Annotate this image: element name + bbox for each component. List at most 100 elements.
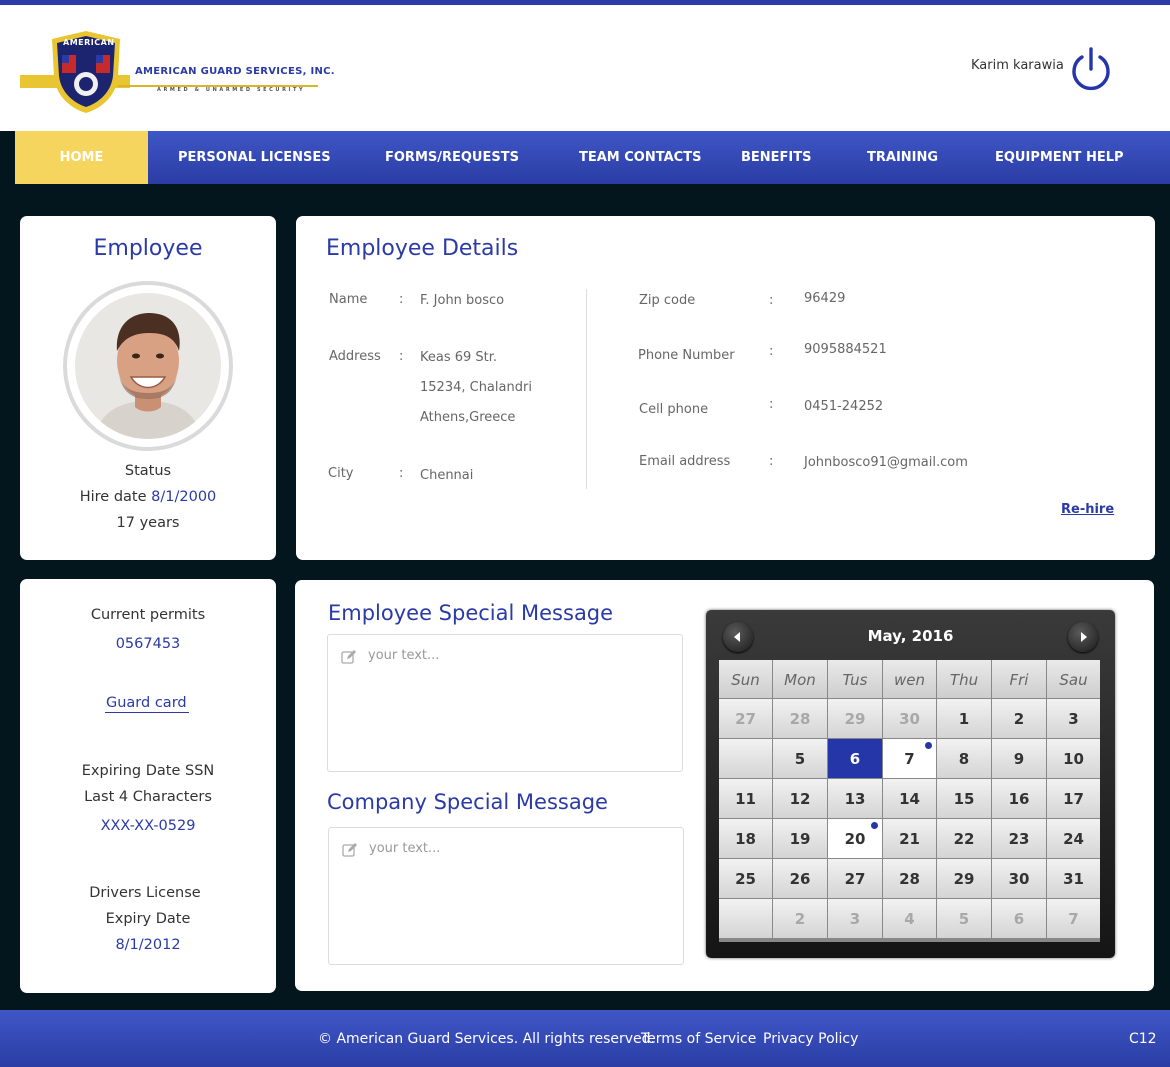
calendar-day[interactable]: 14 [883, 779, 936, 818]
details-divider [586, 289, 587, 489]
employee-message-title: Employee Special Message [328, 601, 614, 625]
hire-date-row: Hire date 8/1/2000 [20, 489, 276, 505]
nav-item-benefits[interactable]: BENEFITS [741, 131, 812, 184]
colon: : [769, 397, 774, 412]
calendar-day[interactable]: 27 [719, 699, 772, 738]
main-nav: HOME PERSONAL LICENSES FORMS/REQUESTS TE… [15, 131, 1170, 184]
calendar-event-dot [925, 742, 932, 749]
calendar-day[interactable]: 29 [937, 859, 991, 898]
calendar-day[interactable]: 7 [1047, 899, 1100, 938]
calendar-day[interactable]: 6 [828, 739, 882, 778]
avatar [75, 293, 221, 439]
colon: : [769, 454, 774, 469]
address-line-3: Athens,Greece [420, 410, 516, 425]
zip-value: 96429 [804, 291, 846, 306]
calendar-day[interactable]: 2 [992, 699, 1046, 738]
ssn-label-line-2: Last 4 Characters [84, 789, 212, 805]
colon: : [399, 466, 404, 481]
employee-details-card: Employee Details Name : F. John bosco Ad… [296, 216, 1155, 560]
calendar-day[interactable]: 28 [883, 859, 936, 898]
company-message-box [328, 827, 684, 965]
calendar-day[interactable]: 10 [1047, 739, 1100, 778]
calendar-day[interactable]: 12 [773, 779, 827, 818]
calendar-weekday: wen [883, 660, 936, 698]
drivers-license-label-2: Expiry Date [105, 911, 191, 927]
privacy-policy-link[interactable]: Privacy Policy [763, 1031, 858, 1047]
company-message-input[interactable] [329, 828, 683, 964]
colon: : [769, 293, 774, 308]
calendar-day[interactable]: 3 [828, 899, 882, 938]
copyright-text: © American Guard Services. All rights re… [318, 1031, 656, 1047]
calendar-day[interactable]: 29 [828, 699, 882, 738]
calendar-day[interactable]: 24 [1047, 819, 1100, 858]
calendar-day[interactable]: 31 [1047, 859, 1100, 898]
calendar-day[interactable]: 27 [828, 859, 882, 898]
phone-label: Phone Number [638, 348, 735, 363]
calendar-day[interactable]: 18 [719, 819, 772, 858]
calendar: May, 2016 Sun Mon Tus wen Thu Fri Sau 27 28 29 30 1… [706, 610, 1115, 958]
hire-date-value: 8/1/2000 [151, 489, 217, 505]
ssn-label-line-1: Expiring Date SSN [81, 763, 215, 779]
calendar-next-button[interactable] [1068, 622, 1098, 652]
user-name: Karim karawia [971, 58, 1064, 73]
hire-date-label: Hire date [79, 489, 147, 505]
zip-label: Zip code [639, 293, 696, 308]
calendar-day[interactable]: 1 [937, 699, 991, 738]
email-label: Email address [639, 454, 731, 469]
calendar-day[interactable]: 5 [937, 899, 991, 938]
company-tagline: ARMED & UNARMED SECURITY [157, 87, 306, 93]
calendar-weekday: Mon [773, 660, 827, 698]
calendar-day[interactable]: 19 [773, 819, 827, 858]
nav-item-home[interactable]: HOME [15, 131, 148, 184]
calendar-day[interactable]: 6 [992, 899, 1046, 938]
calendar-day[interactable]: 3 [1047, 699, 1100, 738]
calendar-day[interactable]: 30 [992, 859, 1046, 898]
calendar-day[interactable]: 2 [773, 899, 827, 938]
calendar-day[interactable]: 17 [1047, 779, 1100, 818]
calendar-day[interactable]: 8 [937, 739, 991, 778]
employee-message-input[interactable] [328, 635, 682, 771]
calendar-weekday: Thu [937, 660, 991, 698]
nav-item-equipment-help[interactable]: EQUIPMENT HELP [995, 131, 1124, 184]
calendar-day[interactable]: 25 [719, 859, 772, 898]
calendar-day[interactable]: 28 [773, 699, 827, 738]
calendar-weekday: Tus [828, 660, 882, 698]
calendar-day[interactable]: 5 [773, 739, 827, 778]
calendar-day[interactable]: 11 [719, 779, 772, 818]
nav-item-forms-requests[interactable]: FORMS/REQUESTS [385, 131, 519, 184]
calendar-day[interactable]: 13 [828, 779, 882, 818]
colon: : [399, 292, 404, 307]
nav-item-training[interactable]: TRAINING [867, 131, 938, 184]
guard-card-link[interactable]: Guard card [105, 695, 189, 713]
power-icon[interactable] [1069, 45, 1113, 93]
employee-card: Employee Status Hire date 8/1/2000 17 ye… [20, 216, 276, 560]
calendar-weekday: Sau [1047, 660, 1100, 698]
calendar-day[interactable]: 30 [883, 699, 936, 738]
calendar-event-dot [871, 822, 878, 829]
nav-item-team-contacts[interactable]: TEAM CONTACTS [579, 131, 701, 184]
calendar-day[interactable]: 22 [937, 819, 991, 858]
colon: : [399, 349, 404, 364]
calendar-day[interactable]: 4 [883, 899, 936, 938]
calendar-day[interactable]: 23 [992, 819, 1046, 858]
calendar-day[interactable]: 26 [773, 859, 827, 898]
avatar-frame [63, 281, 233, 451]
rehire-link[interactable]: Re-hire [1061, 502, 1114, 517]
nav-item-personal-licenses[interactable]: PERSONAL LICENSES [178, 131, 331, 184]
calendar-prev-button[interactable] [723, 622, 753, 652]
calendar-weekday: Sun [719, 660, 772, 698]
logo-word: AMERICAN [63, 38, 115, 47]
page-code: C12 [1129, 1031, 1157, 1047]
terms-of-service-link[interactable]: Terms of Service [641, 1031, 756, 1047]
chevron-left-icon [734, 632, 740, 642]
employee-details-title: Employee Details [326, 236, 519, 261]
current-permits-label: Current permits [90, 607, 206, 623]
calendar-month-title: May, 2016 [867, 627, 954, 645]
employee-message-box [327, 634, 683, 772]
calendar-day[interactable]: 9 [992, 739, 1046, 778]
calendar-day[interactable]: 15 [937, 779, 991, 818]
calendar-day[interactable]: 16 [992, 779, 1046, 818]
ssn-value: XXX-XX-0529 [100, 818, 196, 834]
cell-label: Cell phone [639, 402, 709, 417]
calendar-day[interactable]: 21 [883, 819, 936, 858]
